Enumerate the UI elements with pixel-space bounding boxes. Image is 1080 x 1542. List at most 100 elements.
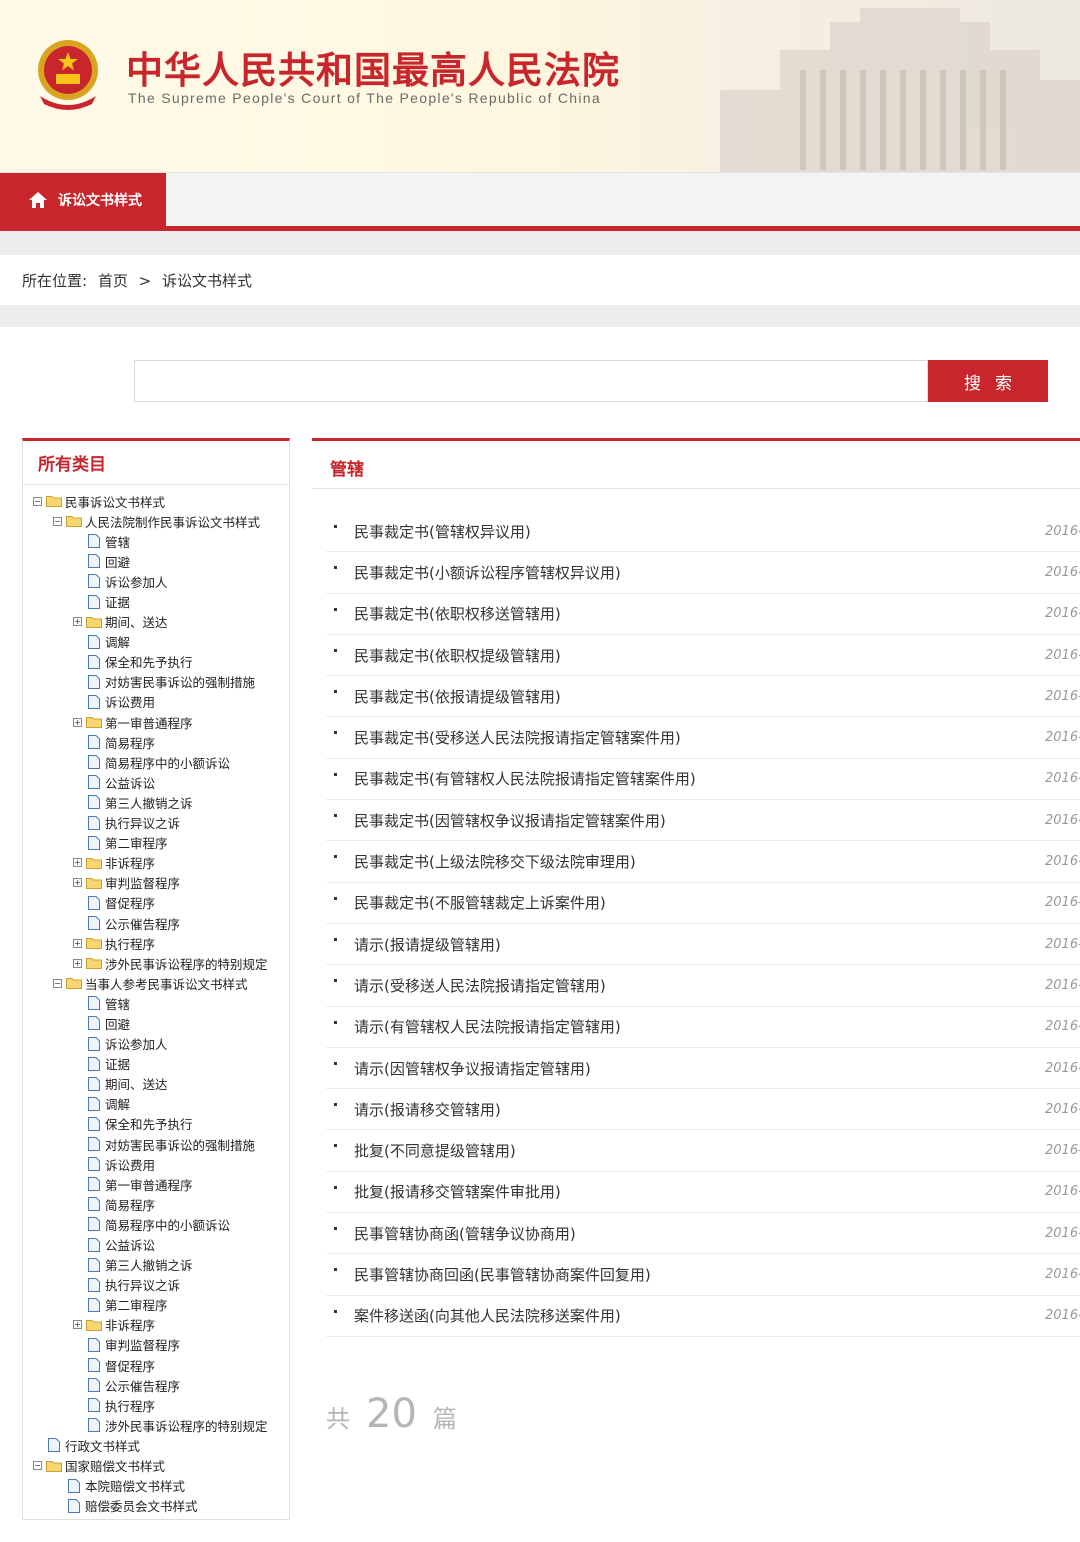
tree-item[interactable]: 管辖 bbox=[23, 993, 289, 1013]
document-title-link[interactable]: 案件移送函(向其他人民法院移送案件用) bbox=[354, 1305, 621, 1326]
tree-item[interactable]: 赔偿委员会文书样式 bbox=[23, 1496, 289, 1516]
document-title-link[interactable]: 批复(不同意提级管辖用) bbox=[354, 1140, 516, 1161]
document-title-link[interactable]: 请示(有管辖权人民法院报请指定管辖用) bbox=[354, 1016, 621, 1037]
collapse-icon[interactable]: − bbox=[33, 1461, 42, 1471]
nav-item-documents[interactable]: 诉讼文书样式 bbox=[0, 173, 166, 227]
document-row[interactable]: 民事裁定书(依职权移送管辖用) 2016- bbox=[326, 594, 1080, 635]
document-row[interactable]: 民事裁定书(依报请提级管辖用) 2016- bbox=[326, 676, 1080, 718]
tree-item[interactable]: 第三人撤销之诉 bbox=[23, 1255, 289, 1275]
tree-item[interactable]: + 执行程序 bbox=[23, 933, 289, 953]
tree-item[interactable]: 行政文书样式 bbox=[23, 1435, 289, 1455]
document-row[interactable]: 民事裁定书(管辖权异议用) 2016- bbox=[326, 511, 1080, 553]
document-row[interactable]: 民事裁定书(小额诉讼程序管辖权异议用) 2016- bbox=[326, 552, 1080, 594]
tree-item[interactable]: 回避 bbox=[23, 1013, 289, 1033]
expand-icon[interactable]: + bbox=[73, 617, 82, 627]
collapse-icon[interactable]: − bbox=[33, 496, 42, 506]
tree-item[interactable]: − 国家赔偿文书样式 bbox=[23, 1456, 289, 1476]
document-title-link[interactable]: 请示(报请移交管辖用) bbox=[354, 1099, 501, 1120]
document-row[interactable]: 请示(有管辖权人民法院报请指定管辖用) 2016- bbox=[326, 1007, 1080, 1048]
document-title-link[interactable]: 民事裁定书(管辖权异议用) bbox=[354, 521, 531, 542]
breadcrumb-home-link[interactable]: 首页 bbox=[98, 272, 128, 290]
tree-item[interactable]: 诉讼参加人 bbox=[23, 1034, 289, 1054]
tree-item[interactable]: 简易程序 bbox=[23, 1194, 289, 1214]
tree-item[interactable]: 第三人撤销之诉 bbox=[23, 792, 289, 812]
expand-icon[interactable]: + bbox=[73, 717, 82, 727]
tree-item[interactable]: 执行异议之诉 bbox=[23, 813, 289, 833]
document-title-link[interactable]: 民事裁定书(依职权移送管辖用) bbox=[354, 603, 561, 624]
tree-item[interactable]: 督促程序 bbox=[23, 1355, 289, 1375]
tree-item[interactable]: 督促程序 bbox=[23, 893, 289, 913]
search-button[interactable]: 搜索 bbox=[928, 360, 1048, 402]
tree-item[interactable]: + 审判监督程序 bbox=[23, 873, 289, 893]
document-title-link[interactable]: 民事裁定书(依报请提级管辖用) bbox=[354, 686, 561, 707]
tree-item[interactable]: 本院赔偿文书样式 bbox=[23, 1476, 289, 1496]
tree-item[interactable]: 调解 bbox=[23, 632, 289, 652]
expand-icon[interactable]: + bbox=[73, 858, 82, 868]
tree-item[interactable]: 管辖 bbox=[23, 531, 289, 551]
document-row[interactable]: 请示(报请提级管辖用) 2016- bbox=[326, 924, 1080, 966]
tree-item[interactable]: 诉讼费用 bbox=[23, 692, 289, 712]
collapse-icon[interactable]: − bbox=[53, 516, 62, 526]
tree-item[interactable]: 对妨害民事诉讼的强制措施 bbox=[23, 672, 289, 692]
tree-item[interactable]: 简易程序中的小额诉讼 bbox=[23, 752, 289, 772]
tree-item[interactable]: 调解 bbox=[23, 1094, 289, 1114]
search-input[interactable] bbox=[134, 360, 928, 402]
tree-item[interactable]: − 民事诉讼文书样式 bbox=[23, 491, 289, 511]
tree-item[interactable]: 简易程序 bbox=[23, 732, 289, 752]
expand-icon[interactable]: + bbox=[73, 958, 82, 968]
tree-item[interactable]: 第一审普通程序 bbox=[23, 1174, 289, 1194]
tree-item[interactable]: + 非诉程序 bbox=[23, 1315, 289, 1335]
document-title-link[interactable]: 民事裁定书(有管辖权人民法院报请指定管辖案件用) bbox=[354, 768, 696, 789]
tree-item[interactable]: − 人民法院制作民事诉讼文书样式 bbox=[23, 511, 289, 531]
tree-item[interactable]: 第二审程序 bbox=[23, 833, 289, 853]
tree-item[interactable]: 回避 bbox=[23, 551, 289, 571]
tree-item[interactable]: 证据 bbox=[23, 591, 289, 611]
document-row[interactable]: 民事管辖协商回函(民事管辖协商案件回复用) 2016- bbox=[326, 1254, 1080, 1296]
document-title-link[interactable]: 民事管辖协商函(管辖争议协商用) bbox=[354, 1223, 576, 1244]
collapse-icon[interactable]: − bbox=[53, 978, 62, 988]
tree-item[interactable]: + 非诉程序 bbox=[23, 853, 289, 873]
tree-item[interactable]: 涉外民事诉讼程序的特别规定 bbox=[23, 1415, 289, 1435]
tree-item[interactable]: 期间、送达 bbox=[23, 1074, 289, 1094]
document-row[interactable]: 请示(因管辖权争议报请指定管辖用) 2016- bbox=[326, 1048, 1080, 1090]
document-row[interactable]: 案件移送函(向其他人民法院移送案件用) 2016- bbox=[326, 1296, 1080, 1337]
document-row[interactable]: 请示(报请移交管辖用) 2016- bbox=[326, 1089, 1080, 1131]
expand-icon[interactable]: + bbox=[73, 878, 82, 888]
tree-item[interactable]: 公益诉讼 bbox=[23, 772, 289, 792]
document-row[interactable]: 批复(不同意提级管辖用) 2016- bbox=[326, 1130, 1080, 1172]
document-row[interactable]: 请示(受移送人民法院报请指定管辖用) 2016- bbox=[326, 965, 1080, 1007]
tree-item[interactable]: 审判监督程序 bbox=[23, 1335, 289, 1355]
tree-item[interactable]: 简易程序中的小额诉讼 bbox=[23, 1214, 289, 1234]
document-title-link[interactable]: 请示(报请提级管辖用) bbox=[354, 934, 501, 955]
tree-item[interactable]: 诉讼费用 bbox=[23, 1154, 289, 1174]
document-row[interactable]: 民事裁定书(有管辖权人民法院报请指定管辖案件用) 2016- bbox=[326, 759, 1080, 801]
tree-item[interactable]: 执行程序 bbox=[23, 1395, 289, 1415]
document-row[interactable]: 民事裁定书(受移送人民法院报请指定管辖案件用) 2016- bbox=[326, 717, 1080, 759]
tree-item[interactable]: 执行异议之诉 bbox=[23, 1275, 289, 1295]
tree-item[interactable]: 诉讼参加人 bbox=[23, 571, 289, 591]
tree-item[interactable]: 公示催告程序 bbox=[23, 913, 289, 933]
expand-icon[interactable]: + bbox=[73, 938, 82, 948]
tree-item[interactable]: 保全和先予执行 bbox=[23, 1114, 289, 1134]
document-title-link[interactable]: 请示(受移送人民法院报请指定管辖用) bbox=[354, 975, 606, 996]
document-title-link[interactable]: 民事裁定书(上级法院移交下级法院审理用) bbox=[354, 851, 636, 872]
tree-item[interactable]: 对妨害民事诉讼的强制措施 bbox=[23, 1134, 289, 1154]
document-row[interactable]: 批复(报请移交管辖案件审批用) 2016- bbox=[326, 1172, 1080, 1214]
document-title-link[interactable]: 民事裁定书(因管辖权争议报请指定管辖案件用) bbox=[354, 810, 666, 831]
document-title-link[interactable]: 民事管辖协商回函(民事管辖协商案件回复用) bbox=[354, 1264, 651, 1285]
tree-item[interactable]: 第二审程序 bbox=[23, 1295, 289, 1315]
tree-item[interactable]: − 当事人参考民事诉讼文书样式 bbox=[23, 973, 289, 993]
document-title-link[interactable]: 请示(因管辖权争议报请指定管辖用) bbox=[354, 1058, 591, 1079]
document-title-link[interactable]: 民事裁定书(受移送人民法院报请指定管辖案件用) bbox=[354, 727, 681, 748]
document-row[interactable]: 民事裁定书(不服管辖裁定上诉案件用) 2016- bbox=[326, 883, 1080, 924]
document-title-link[interactable]: 民事裁定书(依职权提级管辖用) bbox=[354, 645, 561, 666]
document-row[interactable]: 民事裁定书(依职权提级管辖用) 2016- bbox=[326, 635, 1080, 677]
expand-icon[interactable]: + bbox=[73, 1320, 82, 1330]
document-row[interactable]: 民事裁定书(因管辖权争议报请指定管辖案件用) 2016- bbox=[326, 800, 1080, 842]
document-row[interactable]: 民事管辖协商函(管辖争议协商用) 2016- bbox=[326, 1213, 1080, 1255]
tree-item[interactable]: 证据 bbox=[23, 1054, 289, 1074]
tree-item[interactable]: 保全和先予执行 bbox=[23, 652, 289, 672]
document-title-link[interactable]: 民事裁定书(不服管辖裁定上诉案件用) bbox=[354, 892, 606, 913]
tree-item[interactable]: + 期间、送达 bbox=[23, 612, 289, 632]
document-row[interactable]: 民事裁定书(上级法院移交下级法院审理用) 2016- bbox=[326, 841, 1080, 883]
